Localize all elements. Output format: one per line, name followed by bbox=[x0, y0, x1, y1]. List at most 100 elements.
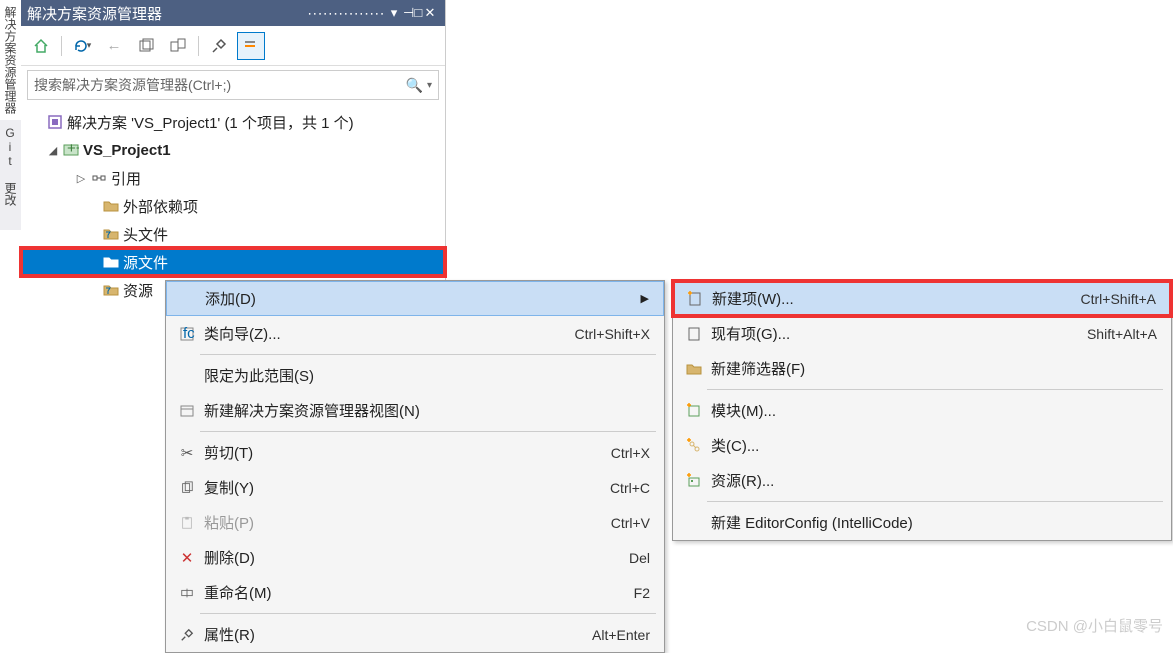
tree-source-files-node[interactable]: 源文件 bbox=[21, 248, 445, 276]
menu-label: 现有项(G)... bbox=[711, 323, 1087, 344]
menu-rename[interactable]: 重命名(M) F2 bbox=[166, 575, 664, 610]
search-placeholder: 搜索解决方案资源管理器(Ctrl+;) bbox=[34, 75, 406, 95]
menu-properties[interactable]: 属性(R) Alt+Enter bbox=[166, 617, 664, 652]
references-icon bbox=[89, 170, 109, 186]
menu-label: 新建解决方案资源管理器视图(N) bbox=[204, 400, 650, 421]
menu-label: 复制(Y) bbox=[204, 477, 610, 498]
search-box[interactable]: 搜索解决方案资源管理器(Ctrl+;) 🔍 ▾ bbox=[27, 70, 439, 100]
tree-node-label: 头文件 bbox=[123, 224, 168, 245]
menu-shortcut: Ctrl+X bbox=[611, 445, 650, 461]
search-icon[interactable]: 🔍 bbox=[406, 77, 423, 94]
submenu-arrow-icon: ▶ bbox=[641, 292, 649, 305]
menu-label: 重命名(M) bbox=[204, 582, 634, 603]
project-icon: ++ bbox=[61, 142, 81, 158]
menu-shortcut: Ctrl+Shift+X bbox=[575, 326, 650, 342]
submenu-new-item[interactable]: 新建项(W)... Ctrl+Shift+A bbox=[673, 281, 1171, 316]
delete-icon: ✕ bbox=[174, 549, 200, 567]
menu-copy[interactable]: 复制(Y) Ctrl+C bbox=[166, 470, 664, 505]
panel-titlebar[interactable]: 解决方案资源管理器 ∙∙∙∙∙∙∙∙∙∙∙∙∙∙∙ ▾ ⊣□ ✕ bbox=[21, 0, 445, 26]
menu-label: 粘贴(P) bbox=[204, 512, 611, 533]
menu-class-wizard[interactable]: fc 类向导(Z)... Ctrl+Shift+X bbox=[166, 316, 664, 351]
paste-icon bbox=[174, 516, 200, 530]
show-all-button[interactable] bbox=[132, 32, 160, 60]
collapse-all-button[interactable] bbox=[164, 32, 192, 60]
cut-icon: ✂ bbox=[174, 444, 200, 462]
menu-separator bbox=[200, 354, 656, 355]
refresh-button[interactable]: ▾ bbox=[68, 32, 96, 60]
search-dropdown-icon[interactable]: ▾ bbox=[427, 80, 432, 91]
menu-separator bbox=[707, 389, 1163, 390]
menu-shortcut: Shift+Alt+A bbox=[1087, 326, 1157, 342]
menu-scope[interactable]: 限定为此范围(S) bbox=[166, 358, 664, 393]
menu-shortcut: Ctrl+V bbox=[611, 515, 650, 531]
menu-label: 添加(D) bbox=[205, 288, 633, 309]
tree-references-node[interactable]: ▷ 引用 bbox=[21, 164, 445, 192]
tree-node-label: 外部依赖项 bbox=[123, 196, 198, 217]
submenu-class[interactable]: 类(C)... bbox=[673, 428, 1171, 463]
menu-add[interactable]: 添加(D) ▶ bbox=[166, 281, 664, 316]
menu-label: 限定为此范围(S) bbox=[204, 365, 650, 386]
tree-node-label: VS_Project1 bbox=[83, 142, 171, 159]
menu-separator bbox=[200, 431, 656, 432]
panel-dropdown-icon[interactable]: ▾ bbox=[385, 5, 403, 21]
vtab-git-changes[interactable]: Git 更改 bbox=[0, 120, 21, 212]
panel-close-icon[interactable]: ✕ bbox=[421, 5, 439, 21]
menu-label: 剪切(T) bbox=[204, 442, 611, 463]
menu-label: 类向导(Z)... bbox=[204, 323, 575, 344]
collapse-icon[interactable]: ◢ bbox=[45, 144, 61, 157]
menu-label: 资源(R)... bbox=[711, 470, 1157, 491]
toolbar-separator bbox=[61, 36, 62, 56]
filter-folder-icon bbox=[101, 282, 121, 298]
submenu-resource[interactable]: 资源(R)... bbox=[673, 463, 1171, 498]
submenu-editorconfig[interactable]: 新建 EditorConfig (IntelliCode) bbox=[673, 505, 1171, 540]
panel-title-text: 解决方案资源管理器 bbox=[27, 3, 303, 24]
wrench-icon bbox=[174, 628, 200, 642]
properties-button[interactable] bbox=[205, 32, 233, 60]
svg-text:fc: fc bbox=[183, 326, 195, 342]
menu-label: 新建筛选器(F) bbox=[711, 358, 1157, 379]
tree-node-label: 资源 bbox=[123, 280, 153, 301]
menu-separator bbox=[200, 613, 656, 614]
submenu-existing-item[interactable]: 现有项(G)... Shift+Alt+A bbox=[673, 316, 1171, 351]
menu-label: 删除(D) bbox=[204, 547, 629, 568]
menu-paste[interactable]: 粘贴(P) Ctrl+V bbox=[166, 505, 664, 540]
tree-project-node[interactable]: ◢ ++ VS_Project1 bbox=[21, 136, 445, 164]
preview-button[interactable] bbox=[237, 32, 265, 60]
copy-icon bbox=[174, 481, 200, 495]
back-button[interactable]: ← bbox=[100, 32, 128, 60]
module-icon bbox=[681, 403, 707, 419]
menu-label: 新建 EditorConfig (IntelliCode) bbox=[711, 512, 1157, 533]
panel-pin-icon[interactable]: ⊣□ bbox=[403, 5, 421, 21]
existing-item-icon bbox=[681, 326, 707, 342]
tree-solution-node[interactable]: 解决方案 'VS_Project1' (1 个项目，共 1 个) bbox=[21, 108, 445, 136]
expand-icon[interactable]: ▷ bbox=[73, 172, 89, 185]
tree-node-label: 解决方案 'VS_Project1' (1 个项目，共 1 个) bbox=[67, 112, 354, 133]
menu-label: 类(C)... bbox=[711, 435, 1157, 456]
resource-icon bbox=[681, 473, 707, 489]
watermark-text: CSDN @小白鼠零号 bbox=[1026, 615, 1163, 636]
menu-shortcut: Ctrl+C bbox=[610, 480, 650, 496]
menu-cut[interactable]: ✂ 剪切(T) Ctrl+X bbox=[166, 435, 664, 470]
class-icon bbox=[681, 438, 707, 454]
menu-delete[interactable]: ✕ 删除(D) Del bbox=[166, 540, 664, 575]
vtab-solution-explorer[interactable]: 解决方案资源管理器 bbox=[0, 0, 21, 120]
folder-icon bbox=[101, 198, 121, 214]
submenu-module[interactable]: 模块(M)... bbox=[673, 393, 1171, 428]
filter-folder-icon bbox=[101, 254, 121, 270]
tree-header-files-node[interactable]: 头文件 bbox=[21, 220, 445, 248]
solution-explorer-panel: 解决方案资源管理器 ∙∙∙∙∙∙∙∙∙∙∙∙∙∙∙ ▾ ⊣□ ✕ ▾ ← 搜索解… bbox=[21, 0, 446, 314]
rename-icon bbox=[174, 586, 200, 600]
filter-folder-icon bbox=[101, 226, 121, 242]
menu-new-view[interactable]: 新建解决方案资源管理器视图(N) bbox=[166, 393, 664, 428]
menu-label: 模块(M)... bbox=[711, 400, 1157, 421]
menu-shortcut: Ctrl+Shift+A bbox=[1081, 291, 1156, 307]
home-button[interactable] bbox=[27, 32, 55, 60]
panel-toolbar: ▾ ← bbox=[21, 26, 445, 66]
add-submenu: 新建项(W)... Ctrl+Shift+A 现有项(G)... Shift+A… bbox=[672, 280, 1172, 541]
view-icon bbox=[174, 403, 200, 419]
tree-node-label: 源文件 bbox=[123, 252, 168, 273]
tree-external-deps-node[interactable]: 外部依赖项 bbox=[21, 192, 445, 220]
submenu-new-filter[interactable]: 新建筛选器(F) bbox=[673, 351, 1171, 386]
menu-separator bbox=[707, 501, 1163, 502]
menu-label: 新建项(W)... bbox=[712, 288, 1081, 309]
